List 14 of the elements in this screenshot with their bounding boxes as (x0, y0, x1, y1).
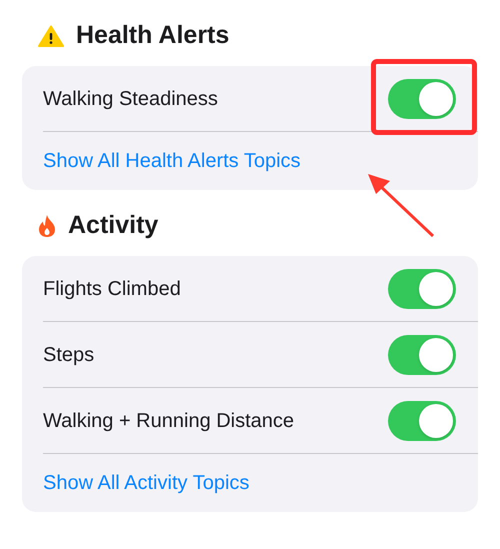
section-title: Health Alerts (76, 20, 230, 52)
setting-label: Steps (43, 342, 94, 368)
toggle-switch[interactable] (388, 400, 456, 440)
toggle-switch[interactable] (388, 334, 456, 374)
setting-label: Flights Climbed (43, 276, 181, 302)
show-all-link[interactable]: Show All Health Alerts Topics (43, 146, 301, 176)
toggle-switch[interactable] (388, 78, 456, 118)
setting-label: Walking Steadiness (43, 86, 218, 112)
show-all-link[interactable]: Show All Activity Topics (43, 468, 250, 498)
flame-icon (38, 214, 56, 238)
setting-label: Walking + Running Distance (43, 408, 294, 434)
toggle-switch[interactable] (388, 268, 456, 308)
warning-icon (38, 25, 64, 47)
section-title: Activity (68, 210, 158, 242)
